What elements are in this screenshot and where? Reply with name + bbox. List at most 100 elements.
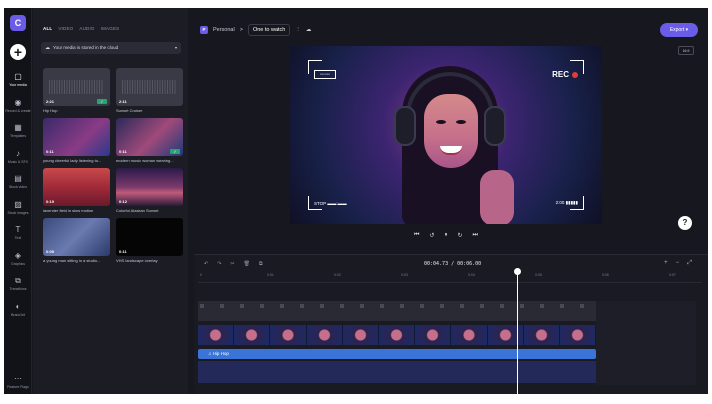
video-track[interactable] (198, 325, 597, 345)
video-preview[interactable]: ▭▭▭ REC STOP ▬▬:▬▬ 2:00 ▮▮▮▮▮ (290, 46, 602, 224)
playback-controls: ⏮ ↺ ⏸ ↻ ⏭ (414, 232, 478, 239)
sidebar-item-music-sfx[interactable]: ♪ Music & SFX (4, 149, 32, 164)
sidebar-item-label: Graphics (10, 261, 25, 266)
ruler-tick-label: 0:01 (267, 273, 274, 277)
sidebar-item-label: Record & create (5, 108, 31, 113)
media-duration: 0:11 (119, 149, 127, 154)
forward-5s-icon[interactable]: ↻ (457, 232, 462, 239)
split-icon[interactable]: ✂ (230, 261, 234, 267)
media-duration: 0:11 (119, 249, 127, 254)
media-duration: 0:12 (119, 199, 128, 204)
rewind-5s-icon[interactable]: ↺ (429, 232, 434, 239)
media-title: Hip Hop (43, 108, 58, 113)
zoom-controls: + − ⤢ (664, 260, 692, 267)
media-thumbnail[interactable]: 0:11 ✓ (116, 118, 183, 156)
breadcrumb: P Personal > One to watch ⋮ ☁ (200, 24, 311, 36)
app-logo: C (10, 15, 26, 31)
video-clip-frame (451, 325, 488, 345)
ruler-tick-label: 0:03 (401, 273, 408, 277)
headphone-left (394, 106, 416, 146)
media-title: a young man sitting in a studio... (43, 258, 101, 263)
tab-audio[interactable]: AUDIO (79, 26, 94, 31)
video-clip-frame (342, 325, 379, 345)
folder-icon: ▢ (14, 72, 22, 81)
playhead[interactable] (516, 270, 518, 394)
export-button[interactable]: Export ▾ (660, 23, 698, 37)
skip-back-icon[interactable]: ⏮ (414, 232, 419, 239)
media-duration: 0:11 (46, 149, 54, 154)
sidebar-item-your-media[interactable]: ▢ Your media (4, 72, 32, 87)
media-tabs: ALL VIDEO AUDIO IMAGES (43, 26, 119, 31)
skip-forward-icon[interactable]: ⏭ (472, 232, 477, 239)
ruler-tick-label: 0 (200, 273, 202, 277)
timecode-overlay: 2:00 ▮▮▮▮▮ (555, 200, 578, 205)
sidebar-item-record-create[interactable]: ◉ Record & create (4, 98, 32, 113)
timeline-ruler[interactable]: 0 0:01 0:02 0:03 0:04 0:05 0:06 0:07 (198, 273, 702, 283)
project-name-input[interactable]: One to watch (247, 24, 291, 36)
ruler-tick-label: 0:05 (535, 273, 542, 277)
zoom-out-icon[interactable]: − (676, 260, 680, 267)
sidebar-item-stock-images[interactable]: ▨ Stock images (4, 200, 32, 215)
media-thumbnail[interactable]: 2:11 (116, 68, 183, 106)
zoom-in-icon[interactable]: + (664, 260, 668, 267)
media-thumbnail[interactable]: 0:19 (43, 168, 110, 206)
film-icon: ▤ (14, 174, 22, 183)
duplicate-icon[interactable]: ⧉ (259, 261, 263, 267)
redo-icon[interactable]: ↷ (217, 261, 221, 267)
sidebar-item-feature-flags[interactable]: ⋯ Feature Flags (4, 374, 32, 389)
graphics-icon: ◈ (14, 250, 22, 260)
media-title: Sunset Cruiser (116, 108, 143, 113)
add-media-button[interactable]: + (10, 44, 26, 60)
sidebar-item-text[interactable]: T Text (4, 225, 32, 240)
battery-indicator: ▭▭▭ (314, 70, 336, 79)
rec-label: REC (552, 70, 569, 79)
sidebar-item-brand-kit[interactable]: ◐ Brand kit (4, 302, 32, 317)
video-clip-frame (415, 325, 452, 345)
sidebar-item-label: Feature Flags (7, 385, 29, 389)
video-clip-frame (487, 325, 524, 345)
fit-timeline-icon[interactable]: ⤢ (687, 260, 692, 267)
sidebar-item-label: Stock video (8, 185, 28, 189)
sidebar-item-graphics[interactable]: ◈ Graphics (4, 251, 32, 266)
aspect-ratio-button[interactable]: 16:9 (678, 46, 694, 55)
media-title: Colorful Alaskan Sunset (116, 208, 159, 213)
sidebar-item-transitions[interactable]: ⧉ Transitions (4, 276, 32, 291)
media-thumbnail[interactable]: 0:11 (116, 218, 183, 256)
delete-icon[interactable]: 🗑 (244, 261, 250, 267)
pause-icon[interactable]: ⏸ (444, 232, 447, 239)
video-clip-frame (306, 325, 343, 345)
media-thumbnail[interactable]: 0:09 (43, 218, 110, 256)
cloud-storage-dropdown[interactable]: ☁ Your media is stored in the cloud ▾ (41, 42, 181, 54)
sidebar-item-label: Music & SFX (7, 159, 29, 164)
chevron-down-icon: ▾ (174, 45, 177, 50)
sidebar-item-templates[interactable]: ▦ Templates (4, 123, 32, 138)
rec-dot-icon (572, 71, 578, 78)
audio-clip-label: Hip Hop (212, 351, 229, 356)
overlay-track[interactable] (198, 301, 596, 321)
stop-overlay: STOP ▬▬:▬▬ (314, 201, 347, 206)
cloud-notice: Your media is stored in the cloud (53, 45, 119, 50)
tab-all[interactable]: ALL (43, 26, 52, 31)
audio-track[interactable] (198, 361, 596, 383)
sidebar-item-label: Templates (10, 134, 26, 138)
sidebar-item-stock-video[interactable]: ▤ Stock video (4, 174, 32, 189)
more-options-icon[interactable]: ⋮ (295, 27, 301, 33)
sidebar-item-label: Your media (9, 83, 27, 87)
workspace-name[interactable]: Personal (213, 27, 235, 33)
ruler-tick-label: 0:07 (669, 273, 676, 277)
media-thumbnail[interactable]: 2:21 ✓ (43, 68, 110, 106)
help-button[interactable]: ? (678, 216, 692, 230)
music-icon: ♪ (16, 148, 20, 158)
video-clip-frame (559, 325, 597, 345)
undo-icon[interactable]: ↶ (204, 261, 208, 267)
media-thumbnail[interactable]: 0:12 (116, 168, 183, 206)
sidebar-item-label: Text (14, 236, 22, 240)
empty-track-area[interactable] (596, 301, 696, 385)
media-title: modern music woman wearing... (116, 158, 174, 163)
media-title: VHS landscape overlay (116, 258, 158, 263)
media-thumbnail[interactable]: 0:11 (43, 118, 110, 156)
tab-video[interactable]: VIDEO (58, 26, 73, 31)
tab-images[interactable]: IMAGES (101, 26, 120, 31)
media-duration: 0:19 (46, 199, 55, 204)
audio-clip[interactable]: ♫ Hip Hop (198, 349, 596, 359)
